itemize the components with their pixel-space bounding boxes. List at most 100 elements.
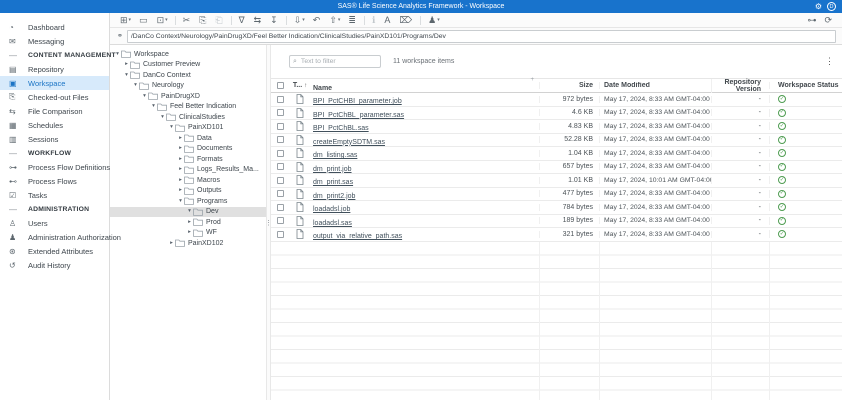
tree-expand-arrow-icon[interactable]: ▸ — [177, 136, 184, 142]
properties-button[interactable]: ℹ — [369, 15, 379, 26]
sidebar-item-sessions[interactable]: ▥ Sessions — [0, 132, 109, 146]
checkout-menu-button[interactable]: ⇩▾ — [291, 15, 308, 26]
file-name-link[interactable]: output_via_relative_path.sas — [313, 233, 402, 240]
tree-item-painxd101[interactable]: ▾ PainXD101 — [110, 123, 266, 134]
tree-item-painxd102[interactable]: ▸ PainXD102 — [110, 238, 266, 249]
sidebar-item-label: Sessions — [28, 135, 58, 144]
copy-button[interactable]: ⎘ — [196, 15, 210, 26]
new-item-menu-button[interactable]: ⊞▾ — [117, 15, 134, 26]
tree-expand-arrow-icon[interactable]: ▸ — [186, 220, 193, 226]
tree-expand-arrow-icon[interactable]: ▸ — [123, 62, 130, 68]
sidebar-item-users[interactable]: ♙ Users — [0, 216, 109, 230]
linked-view-button[interactable]: ⊶ — [804, 15, 819, 26]
tree-item-danco-context[interactable]: ▾ DanCo Context — [110, 70, 266, 81]
tree-expand-arrow-icon[interactable]: ▾ — [150, 104, 157, 110]
column-workspace-status[interactable]: Workspace Status — [769, 82, 842, 89]
tree-expand-arrow-icon[interactable]: ▸ — [177, 178, 184, 184]
tree-item-programs[interactable]: ▾ Programs — [110, 196, 266, 207]
select-all-checkbox[interactable] — [277, 82, 284, 89]
tree-item-paindrugxd[interactable]: ▾ PainDrugXD — [110, 91, 266, 102]
filter-input[interactable] — [299, 57, 380, 66]
sidebar-item-checked-out-files[interactable]: ⎘ Checked-out Files — [0, 90, 109, 104]
tree-item-dev[interactable]: ▾ Dev — [110, 207, 266, 218]
sidebar-item-icon: ⊛ — [9, 247, 28, 256]
sidebar-item-audit-history[interactable]: ↺ Audit History — [0, 258, 109, 272]
column-repository-version[interactable]: Repository Version — [711, 79, 769, 93]
sidebar-item-extended-attributes[interactable]: ⊛ Extended Attributes — [0, 244, 109, 258]
tree-expand-arrow-icon[interactable]: ▾ — [186, 209, 193, 215]
download-button[interactable]: ↧ — [267, 15, 282, 26]
row-checkbox[interactable] — [277, 177, 284, 184]
column-size[interactable]: Size — [539, 82, 599, 89]
column-date-modified[interactable]: Date Modified — [599, 82, 711, 89]
tree-expand-arrow-icon[interactable]: ▾ — [168, 125, 175, 131]
sidebar-item-tasks[interactable]: ☑ Tasks — [0, 188, 109, 202]
settings-gear-icon[interactable]: ⚙ — [815, 3, 822, 11]
tree-expand-arrow-icon[interactable]: ▾ — [141, 94, 148, 100]
tree-item-logs-results[interactable]: ▸ Logs_Results_Ma... — [110, 165, 266, 176]
undo-checkout-button[interactable]: ↶ — [310, 15, 325, 26]
tree-item-workspace[interactable]: ▾ Workspace — [110, 49, 266, 60]
tree-item-clinicalstudies[interactable]: ▾ ClinicalStudies — [110, 112, 266, 123]
sidebar-item-label: WORKFLOW — [28, 150, 71, 157]
new-view-menu-button[interactable]: ⊡▾ — [154, 15, 171, 26]
row-checkbox[interactable] — [277, 109, 284, 116]
tree-item-neurology[interactable]: ▾ Neurology — [110, 81, 266, 92]
tree-item-formats[interactable]: ▸ Formats — [110, 154, 266, 165]
sidebar-item-process-flows[interactable]: ⊷ Process Flows — [0, 174, 109, 188]
row-checkbox[interactable] — [277, 217, 284, 224]
tree-expand-arrow-icon[interactable]: ▾ — [123, 73, 130, 79]
cut-button[interactable]: ✂ — [180, 15, 195, 26]
tree-expand-arrow-icon[interactable]: ▸ — [168, 241, 175, 247]
new-folder-button[interactable]: ▭ — [136, 15, 152, 26]
tree-item-wf[interactable]: ▸ WF — [110, 228, 266, 239]
refresh-view-button[interactable]: ⟳ — [821, 15, 835, 26]
tree-expand-arrow-icon[interactable]: ▸ — [177, 188, 184, 194]
tree-expand-arrow-icon[interactable]: ▸ — [177, 146, 184, 152]
tree-item-macros[interactable]: ▸ Macros — [110, 175, 266, 186]
output_via_relative_path.sas[interactable]: output_via_relative_path.sas 321 bytes M… — [271, 228, 842, 242]
filter-button[interactable]: ∇ — [236, 15, 249, 26]
run-menu-button[interactable]: ♟▾ — [425, 15, 443, 26]
row-checkbox[interactable] — [277, 96, 284, 103]
delete-button[interactable]: ⌦ — [396, 15, 416, 26]
user-avatar[interactable]: D — [827, 2, 836, 11]
row-checkbox[interactable] — [277, 231, 284, 238]
sidebar-item-icon: ▥ — [9, 135, 28, 144]
tree-item-documents[interactable]: ▸ Documents — [110, 144, 266, 155]
rename-button[interactable]: A — [381, 15, 394, 26]
row-checkbox[interactable] — [277, 123, 284, 130]
sidebar-item-schedules[interactable]: ▦ Schedules — [0, 118, 109, 132]
row-checkbox[interactable] — [277, 204, 284, 211]
version-history-button[interactable]: ≣ — [345, 15, 360, 26]
tree-item-data[interactable]: ▸ Data — [110, 133, 266, 144]
sidebar-item-dashboard[interactable]: ◔ Dashboard — [0, 20, 109, 34]
column-type[interactable]: T...↑ — [289, 82, 311, 89]
tree-expand-arrow-icon[interactable]: ▾ — [132, 83, 139, 89]
paste-button[interactable]: ⎗ — [212, 15, 226, 26]
tree-item-outputs[interactable]: ▸ Outputs — [110, 186, 266, 197]
row-checkbox[interactable] — [277, 136, 284, 143]
path-input[interactable] — [127, 30, 836, 43]
tree-expand-arrow-icon[interactable]: ▸ — [177, 167, 184, 173]
copy-to-button[interactable]: ⇆ — [251, 15, 266, 26]
tree-expand-arrow-icon[interactable]: ▸ — [177, 157, 184, 163]
tree-expand-arrow-icon[interactable]: ▾ — [177, 199, 184, 205]
tree-expand-arrow-icon[interactable]: ▸ — [186, 230, 193, 236]
tree-item-feel-better-indication[interactable]: ▾ Feel Better Indication — [110, 102, 266, 113]
sidebar-item-administration-authorization[interactable]: ♟ Administration Authorization — [0, 230, 109, 244]
checkin-menu-button[interactable]: ⇧▾ — [326, 15, 343, 26]
tree-item-customer-preview[interactable]: ▸ Customer Preview — [110, 60, 266, 71]
table-menu-button[interactable]: ⋮ — [825, 57, 834, 66]
sidebar-item-file-comparison[interactable]: ⇆ File Comparison — [0, 104, 109, 118]
row-checkbox[interactable] — [277, 150, 284, 157]
row-checkbox[interactable] — [277, 163, 284, 170]
tree-expand-arrow-icon[interactable]: ▾ — [159, 115, 166, 121]
sidebar-item-process-flow-definitions[interactable]: ⊶ Process Flow Definitions — [0, 160, 109, 174]
tree-item-prod[interactable]: ▸ Prod — [110, 217, 266, 228]
repository-version: - — [711, 109, 769, 116]
sidebar-item-workspace[interactable]: ▣ Workspace — [0, 76, 109, 90]
row-checkbox[interactable] — [277, 190, 284, 197]
sidebar-item-repository[interactable]: ▤ Repository — [0, 62, 109, 76]
sidebar-item-messaging[interactable]: ✉ Messaging — [0, 34, 109, 48]
